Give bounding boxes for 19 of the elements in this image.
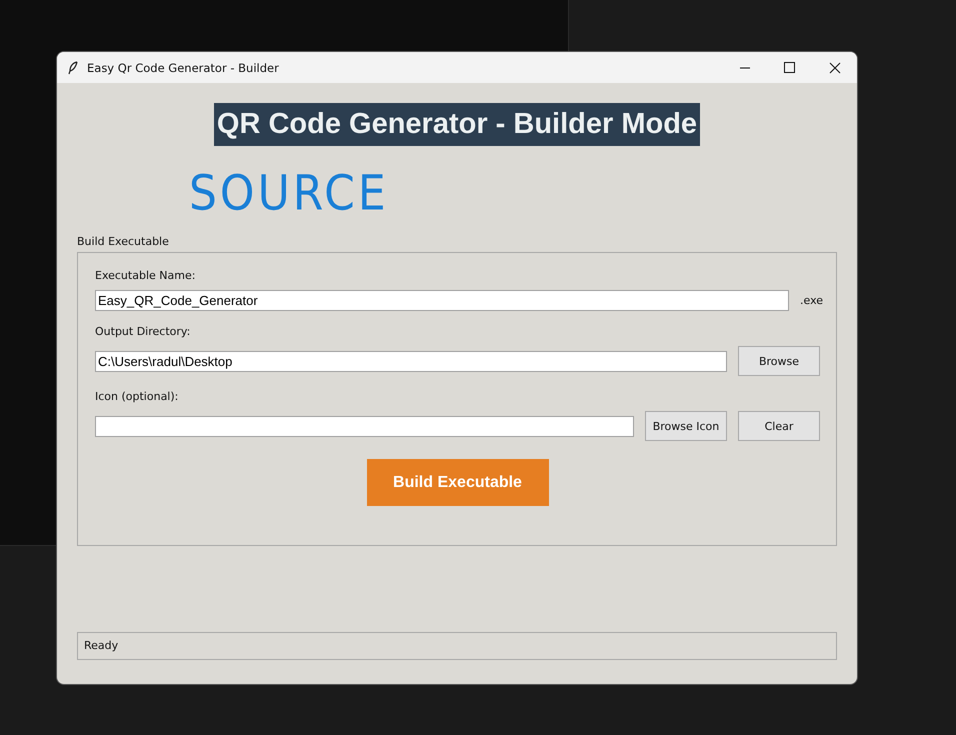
field-label: Executable Name: (95, 269, 196, 282)
close-icon (828, 62, 840, 74)
feather-icon (68, 60, 78, 74)
window-title: Easy Qr Code Generator - Builder (87, 60, 280, 74)
browse-button[interactable]: Browse Icon (645, 411, 727, 441)
status-bar: Ready (77, 632, 837, 660)
input-field[interactable] (95, 416, 634, 436)
input-field[interactable]: C:\Users\radul\Desktop (95, 350, 727, 372)
page-heading: QR Code Generator - Builder Mode (214, 103, 700, 146)
handwritten-annotation: SOURCE (189, 165, 389, 222)
extension-label: .exe (800, 294, 820, 307)
input-field[interactable]: Easy_QR_Code_Generator (95, 290, 789, 311)
field-label: Output Directory: (95, 325, 192, 338)
field-label: Icon (optional): (95, 390, 180, 403)
minimize-icon (738, 66, 750, 68)
maximize-icon (784, 62, 795, 73)
group-title: Build Executable (77, 234, 170, 250)
browse-button[interactable]: Browse (738, 346, 820, 376)
browse-button[interactable]: Clear (738, 411, 820, 441)
